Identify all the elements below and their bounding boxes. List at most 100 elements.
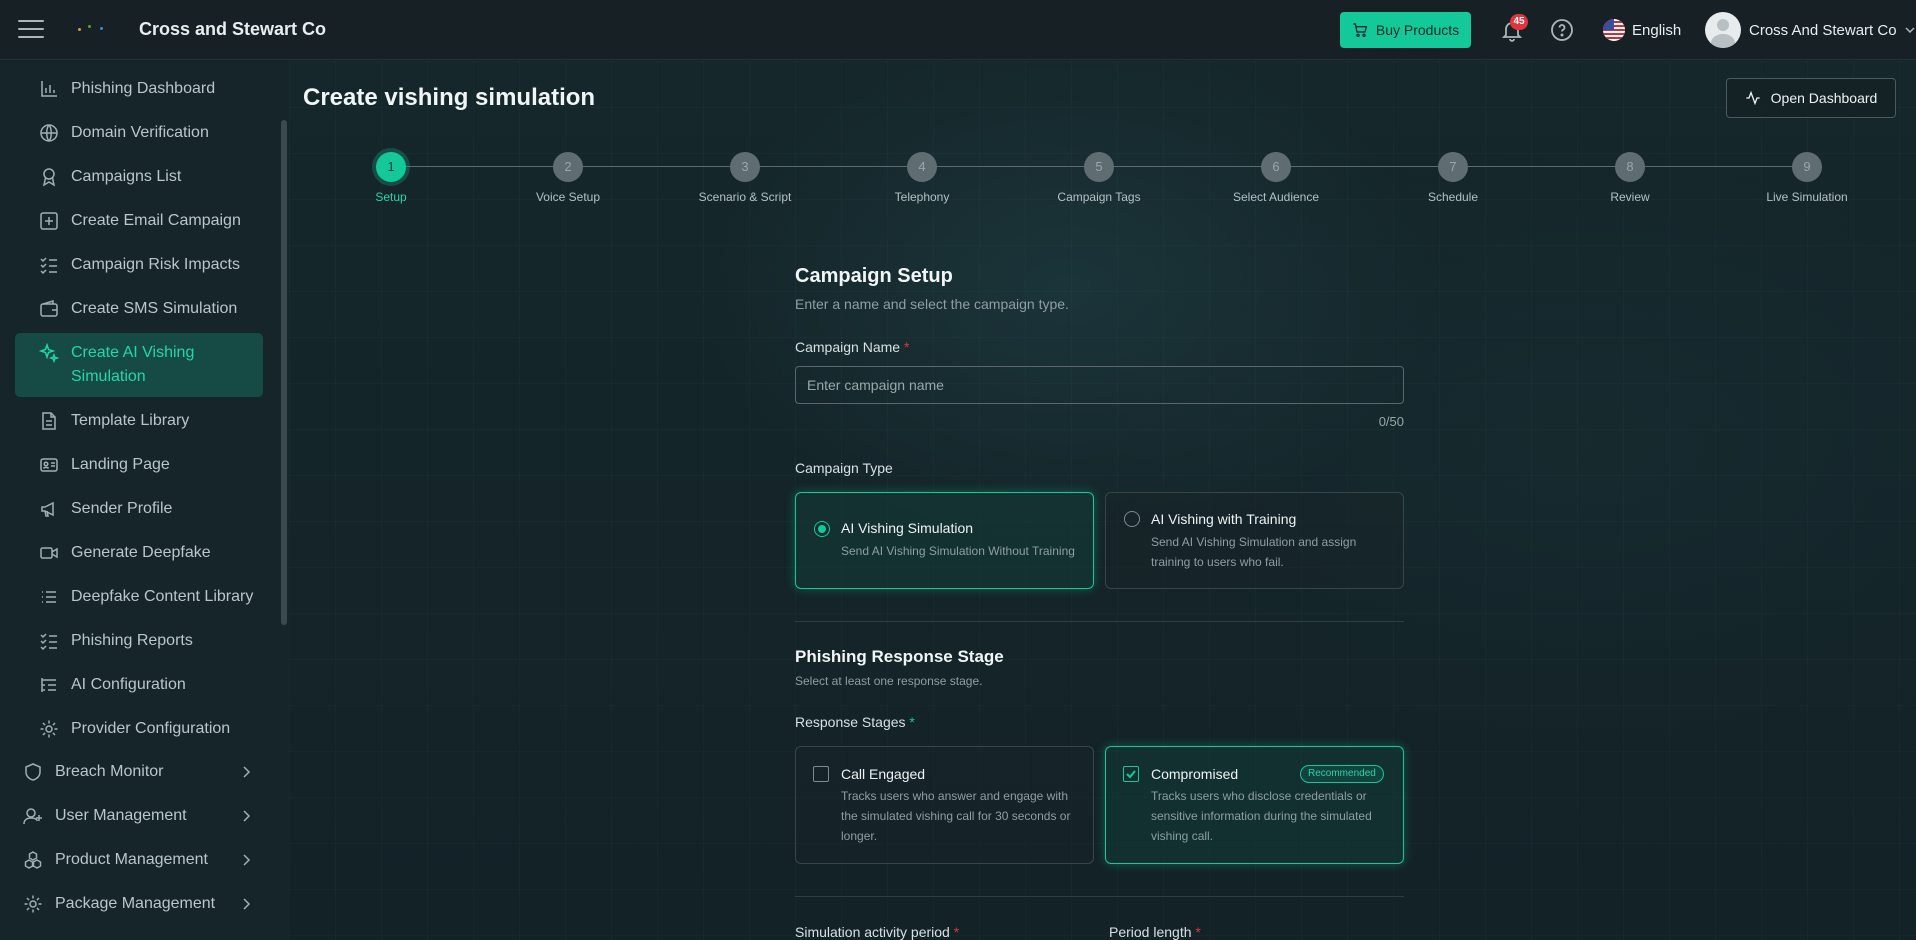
campaign-name-label-text: Campaign Name <box>795 339 901 355</box>
video-icon <box>40 547 58 559</box>
sidebar-item-label: Generate Deepfake <box>71 544 211 561</box>
sidebar-scrollbar[interactable] <box>281 120 287 625</box>
sidebar-item-generate-deepfake[interactable]: Generate Deepfake <box>15 533 263 573</box>
hamburger-menu-icon[interactable] <box>18 20 44 40</box>
sidebar-item-deepfake-content-library[interactable]: Deepfake Content Library <box>15 577 263 617</box>
gear-icon <box>40 720 58 738</box>
step-voice-setup[interactable]: 2 Voice Setup <box>498 150 638 204</box>
sidebar-item-campaigns-list[interactable]: Campaigns List <box>15 157 263 197</box>
sidebar-item-domain-verification[interactable]: Domain Verification <box>15 113 263 153</box>
radio-selected[interactable] <box>814 521 830 537</box>
cubes-icon <box>24 851 42 869</box>
step-number: 4 <box>907 152 937 182</box>
user-plus-icon <box>23 808 42 825</box>
section-divider <box>795 896 1404 897</box>
step-select-audience[interactable]: 6 Select Audience <box>1206 150 1346 204</box>
cart-icon <box>1353 23 1368 37</box>
sidebar-item-campaign-risk-impacts[interactable]: Campaign Risk Impacts <box>15 245 263 285</box>
step-telephony[interactable]: 4 Telephony <box>852 150 992 204</box>
campaign-name-input[interactable] <box>795 366 1404 404</box>
sidebar-item-label: Create Email Campaign <box>71 212 241 229</box>
top-bar: Cross and Stewart Co Buy Products 45 Eng… <box>0 0 1916 60</box>
gear-icon <box>24 895 42 913</box>
checkmark-icon <box>1126 770 1136 779</box>
step-campaign-tags[interactable]: 5 Campaign Tags <box>1029 150 1169 204</box>
sidebar-item-template-library[interactable]: Template Library <box>15 401 263 441</box>
recommended-badge: Recommended <box>1300 765 1384 783</box>
response-stages-label-text: Response Stages <box>795 714 906 730</box>
sidebar-item-label: Phishing Dashboard <box>71 80 216 97</box>
card-description: Tracks users who disclose credentials or… <box>1151 789 1372 843</box>
sidebar-item-landing-page[interactable]: Landing Page <box>15 445 263 485</box>
stage-call-engaged[interactable]: Call Engaged Tracks users who answer and… <box>795 746 1094 864</box>
sidebar-group-breach-monitor[interactable]: Breach Monitor <box>0 752 262 792</box>
open-dashboard-button[interactable]: Open Dashboard <box>1726 78 1896 118</box>
response-stage-heading: Phishing Response Stage <box>795 647 1004 666</box>
campaign-type-label: Campaign Type <box>795 460 893 476</box>
user-menu[interactable]: Cross And Stewart Co <box>1705 12 1915 48</box>
buy-products-button[interactable]: Buy Products <box>1340 12 1471 48</box>
language-label: English <box>1632 21 1682 39</box>
sidebar-item-label: Landing Page <box>71 456 170 473</box>
open-dashboard-label: Open Dashboard <box>1770 90 1878 106</box>
sidebar-item-phishing-reports[interactable]: Phishing Reports <box>15 621 263 661</box>
card-title: AI Vishing with Training <box>1151 511 1297 527</box>
step-label: Scenario & Script <box>698 190 792 204</box>
sidebar-group-label: Breach Monitor <box>55 763 164 780</box>
language-selector[interactable]: English <box>1603 19 1681 41</box>
period-length-label: Period length * <box>1109 924 1201 940</box>
sidebar-group-label: User Management <box>55 807 187 824</box>
sidebar-group-user-management[interactable]: User Management <box>0 796 262 836</box>
help-icon[interactable] <box>1550 18 1574 42</box>
sidebar-item-create-sms-simulation[interactable]: Create SMS Simulation <box>15 289 263 329</box>
section-divider <box>795 621 1404 622</box>
step-live-simulation[interactable]: 9 Live Simulation <box>1737 150 1877 204</box>
sidebar-item-ai-configuration[interactable]: AI Configuration <box>15 665 263 705</box>
megaphone-icon <box>41 501 54 517</box>
step-scenario-script[interactable]: 3 Scenario & Script <box>675 150 815 204</box>
buy-products-label: Buy Products <box>1375 22 1460 38</box>
sidebar-group-product-management[interactable]: Product Management <box>0 840 262 880</box>
sidebar-item-create-email-campaign[interactable]: Create Email Campaign <box>15 201 263 241</box>
award-icon <box>42 168 56 187</box>
step-label: Setup <box>375 190 407 204</box>
card-description: Send AI Vishing Simulation and assign tr… <box>1151 535 1357 569</box>
campaign-type-ai-vishing-simulation[interactable]: AI Vishing Simulation Send AI Vishing Si… <box>795 492 1094 589</box>
sidebar-item-provider-configuration[interactable]: Provider Configuration <box>15 709 263 749</box>
sidebar-item-create-ai-vishing-simulation[interactable]: Create AI Vishing Simulation <box>15 333 263 397</box>
activity-period-label-text: Simulation activity period <box>795 924 950 940</box>
sidebar-item-phishing-dashboard[interactable]: Phishing Dashboard <box>15 69 263 109</box>
campaign-setup-subheading: Enter a name and select the campaign typ… <box>795 296 1069 312</box>
step-setup[interactable]: 1 Setup <box>321 150 461 204</box>
chevron-down-icon <box>1905 27 1915 34</box>
chevron-right-icon <box>243 854 251 866</box>
step-number: 8 <box>1615 152 1645 182</box>
response-stages-label: Response Stages * <box>795 714 915 730</box>
radio-unselected[interactable] <box>1124 511 1140 527</box>
sparkles-icon <box>39 343 59 363</box>
card-title: Call Engaged <box>841 766 926 782</box>
stage-compromised[interactable]: Compromised Recommended Tracks users who… <box>1105 746 1404 864</box>
page-title: Create vishing simulation <box>303 84 596 111</box>
step-schedule[interactable]: 7 Schedule <box>1383 150 1523 204</box>
sidebar-item-label: Create AI Vishing Simulation <box>71 344 195 385</box>
sidebar-group-package-management[interactable]: Package Management <box>0 884 262 924</box>
checkbox-unchecked[interactable] <box>813 766 829 782</box>
chevron-right-icon <box>243 898 251 910</box>
response-stage-subheading: Select at least one response stage. <box>795 674 983 688</box>
list-icon <box>42 591 56 603</box>
sidebar-item-label: Campaigns List <box>71 168 182 185</box>
step-review[interactable]: 8 Review <box>1560 150 1700 204</box>
sidebar-item-label: Create SMS Simulation <box>71 300 238 317</box>
card-title: Compromised <box>1151 766 1239 782</box>
checkbox-checked[interactable] <box>1123 766 1139 782</box>
sidebar-item-sender-profile[interactable]: Sender Profile <box>15 489 263 529</box>
chevron-right-icon <box>243 810 251 822</box>
brand-logo <box>74 22 108 38</box>
campaign-type-ai-vishing-with-training[interactable]: AI Vishing with Training Send AI Vishing… <box>1105 492 1404 589</box>
id-card-icon <box>40 458 58 472</box>
notification-badge: 45 <box>1510 14 1528 30</box>
campaign-name-counter: 0/50 <box>1378 414 1404 429</box>
campaign-name-label: Campaign Name * <box>795 339 910 355</box>
sidebar-item-label: Provider Configuration <box>71 720 231 737</box>
